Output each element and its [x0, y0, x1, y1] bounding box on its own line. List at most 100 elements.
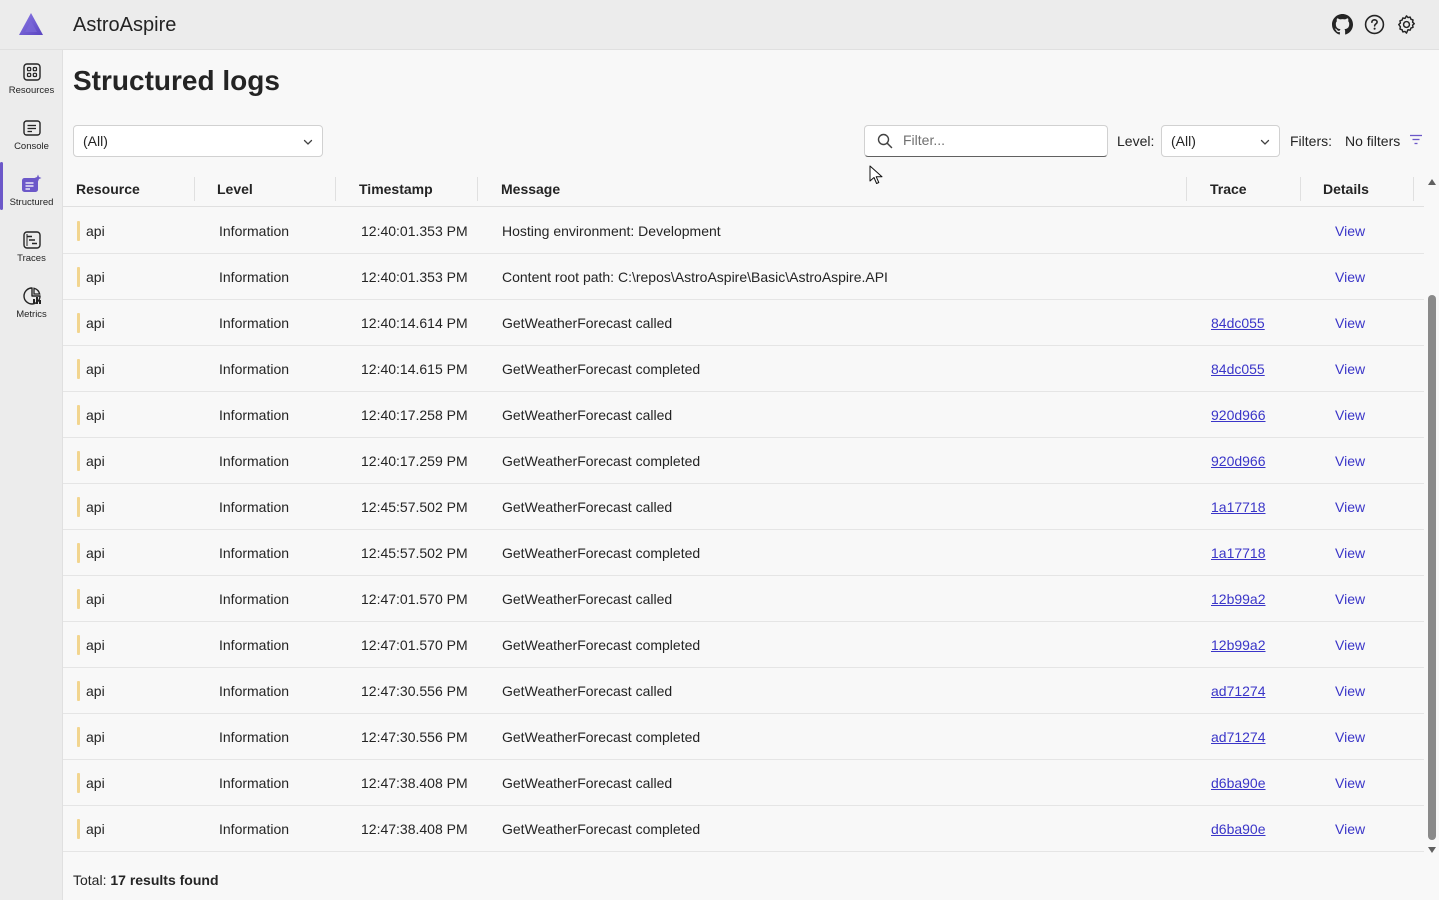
view-details-link[interactable]: View [1335, 683, 1365, 699]
view-details-link[interactable]: View [1335, 453, 1365, 469]
table-row[interactable]: api Information 12:45:57.502 PM GetWeatherF… [63, 484, 1424, 530]
scroll-up-arrow-icon[interactable] [1428, 179, 1436, 185]
column-resizer[interactable] [477, 177, 478, 201]
resource-select[interactable]: (All) [73, 125, 323, 157]
filters-button[interactable]: No filters [1345, 133, 1400, 149]
table-row[interactable]: api Information 12:40:17.258 PM GetWeatherF… [63, 392, 1424, 438]
column-resizer[interactable] [1413, 177, 1414, 201]
cell-timestamp: 12:40:14.615 PM [361, 361, 468, 377]
vertical-scrollbar[interactable] [1425, 175, 1439, 858]
nav-item-traces[interactable]: Traces [3, 222, 60, 274]
view-details-link[interactable]: View [1335, 637, 1365, 653]
cell-level: Information [219, 453, 290, 469]
trace-link[interactable]: d6ba90e [1211, 775, 1266, 791]
trace-link[interactable]: 920d966 [1211, 407, 1266, 423]
view-details-link[interactable]: View [1335, 591, 1365, 607]
trace-link[interactable]: 1a17718 [1211, 545, 1266, 561]
column-header-resource[interactable]: Resource [76, 181, 140, 197]
app-logo-icon[interactable] [18, 12, 44, 36]
cell-message: GetWeatherForecast called [502, 775, 673, 791]
cell-resource: api [86, 361, 105, 377]
trace-link[interactable]: 84dc055 [1211, 361, 1265, 377]
view-details-link[interactable]: View [1335, 407, 1365, 423]
column-header-details[interactable]: Details [1323, 181, 1369, 197]
cell-timestamp: 12:47:01.570 PM [361, 591, 468, 607]
resource-color-marker [77, 635, 80, 655]
column-header-timestamp[interactable]: Timestamp [359, 181, 433, 197]
level-select[interactable]: (All) [1161, 125, 1280, 157]
column-header-trace[interactable]: Trace [1210, 181, 1247, 197]
trace-link[interactable]: 1a17718 [1211, 499, 1266, 515]
trace-link[interactable]: ad71274 [1211, 729, 1266, 745]
nav-item-metrics[interactable]: Metrics [3, 278, 60, 330]
view-details-link[interactable]: View [1335, 775, 1365, 791]
cell-resource: api [86, 821, 105, 837]
table-row[interactable]: api Information 12:47:01.570 PM GetWeatherF… [63, 622, 1424, 668]
trace-link[interactable]: 12b99a2 [1211, 591, 1266, 607]
nav-item-console[interactable]: Console [3, 110, 60, 162]
table-row[interactable]: api Information 12:40:14.615 PM GetWeatherF… [63, 346, 1424, 392]
trace-link[interactable]: 12b99a2 [1211, 637, 1266, 653]
trace-link[interactable]: ad71274 [1211, 683, 1266, 699]
cell-timestamp: 12:45:57.502 PM [361, 499, 468, 515]
view-details-link[interactable]: View [1335, 361, 1365, 377]
nav-label-resources: Resources [8, 85, 55, 96]
column-header-level[interactable]: Level [217, 181, 253, 197]
filter-icon[interactable] [1409, 133, 1423, 152]
column-resizer[interactable] [335, 177, 336, 201]
resource-color-marker [77, 313, 80, 333]
table-row[interactable]: api Information 12:40:01.353 PM Content roo… [63, 254, 1424, 300]
scrollbar-thumb[interactable] [1428, 295, 1436, 840]
structured-logs-icon [21, 174, 41, 192]
table-row[interactable]: api Information 12:40:01.353 PM Hosting env… [63, 208, 1424, 254]
resources-grid-icon [22, 63, 41, 81]
table-row[interactable]: api Information 12:47:30.556 PM GetWeatherF… [63, 714, 1424, 760]
cell-resource: api [86, 729, 105, 745]
cell-timestamp: 12:40:01.353 PM [361, 269, 468, 285]
cell-timestamp: 12:45:57.502 PM [361, 545, 468, 561]
column-resizer[interactable] [194, 177, 195, 201]
column-header-message[interactable]: Message [501, 181, 560, 197]
view-details-link[interactable]: View [1335, 821, 1365, 837]
settings-icon[interactable] [1395, 13, 1417, 35]
view-details-link[interactable]: View [1335, 545, 1365, 561]
trace-link[interactable]: d6ba90e [1211, 821, 1266, 837]
help-icon[interactable] [1363, 13, 1385, 35]
scroll-down-arrow-icon[interactable] [1428, 847, 1436, 853]
table-row[interactable]: api Information 12:40:17.259 PM GetWeatherF… [63, 438, 1424, 484]
table-row[interactable]: api Information 12:47:38.408 PM GetWeatherF… [63, 806, 1424, 852]
view-details-link[interactable]: View [1335, 499, 1365, 515]
cell-level: Information [219, 361, 290, 377]
view-details-link[interactable]: View [1335, 315, 1365, 331]
app-title: AstroAspire [73, 14, 177, 36]
resource-color-marker [77, 405, 80, 425]
cell-message: Content root path: C:\repos\AstroAspire\… [502, 269, 888, 285]
view-details-link[interactable]: View [1335, 223, 1365, 239]
nav-label-console: Console [14, 141, 49, 152]
column-resizer[interactable] [1186, 177, 1187, 201]
table-row[interactable]: api Information 12:45:57.502 PM GetWeatherF… [63, 530, 1424, 576]
nav-item-structured[interactable]: Structured [3, 166, 60, 218]
table-row[interactable]: api Information 12:47:30.556 PM GetWeatherF… [63, 668, 1424, 714]
cell-level: Information [219, 315, 290, 331]
view-details-link[interactable]: View [1335, 269, 1365, 285]
metrics-icon [22, 287, 41, 305]
table-row[interactable]: api Information 12:47:38.408 PM GetWeatherF… [63, 760, 1424, 806]
table-row[interactable]: api Information 12:47:01.570 PM GetWeatherF… [63, 576, 1424, 622]
view-details-link[interactable]: View [1335, 729, 1365, 745]
cell-level: Information [219, 637, 290, 653]
trace-link[interactable]: 84dc055 [1211, 315, 1265, 331]
cell-level: Information [219, 775, 290, 791]
resource-color-marker [77, 773, 80, 793]
github-icon[interactable] [1331, 13, 1353, 35]
filter-field[interactable] [864, 125, 1108, 157]
column-resizer[interactable] [1300, 177, 1301, 201]
filter-input[interactable] [903, 132, 1099, 148]
resource-color-marker [77, 819, 80, 839]
nav-item-resources[interactable]: Resources [3, 54, 60, 106]
cell-level: Information [219, 545, 290, 561]
trace-link[interactable]: 920d966 [1211, 453, 1266, 469]
resource-select-value: (All) [83, 133, 108, 149]
table-row[interactable]: api Information 12:40:14.614 PM GetWeatherF… [63, 300, 1424, 346]
cell-timestamp: 12:47:38.408 PM [361, 775, 468, 791]
